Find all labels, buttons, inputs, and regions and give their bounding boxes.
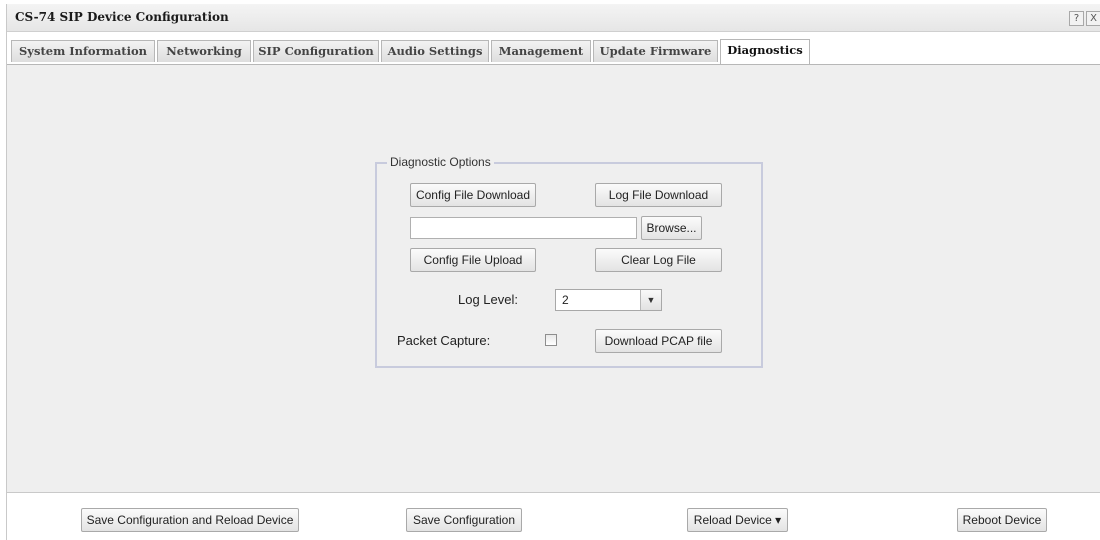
help-icon[interactable]: ? xyxy=(1069,11,1084,26)
close-icon[interactable]: X xyxy=(1086,11,1100,26)
tab-audio-settings[interactable]: Audio Settings xyxy=(381,40,489,62)
log-level-label: Log Level: xyxy=(458,292,518,307)
config-window: CS-74 SIP Device Configuration ? X Syste… xyxy=(6,4,1100,540)
diagnostic-options-legend: Diagnostic Options xyxy=(387,155,494,169)
config-file-download-button[interactable]: Config File Download xyxy=(410,183,536,207)
footer-bar: Save Configuration and Reload Device Sav… xyxy=(7,493,1100,540)
tab-management[interactable]: Management xyxy=(491,40,591,62)
tab-diagnostics[interactable]: Diagnostics xyxy=(720,39,810,64)
save-configuration-button[interactable]: Save Configuration xyxy=(406,508,522,532)
clear-log-file-button[interactable]: Clear Log File xyxy=(595,248,722,272)
reload-device-button[interactable]: Reload Device ▾ xyxy=(687,508,788,532)
config-file-upload-button[interactable]: Config File Upload xyxy=(410,248,536,272)
upload-file-input[interactable] xyxy=(410,217,637,239)
log-level-value: 2 xyxy=(562,293,569,307)
tab-bar: System Information Networking SIP Config… xyxy=(7,37,1100,65)
save-reload-button[interactable]: Save Configuration and Reload Device xyxy=(81,508,299,532)
browse-button[interactable]: Browse... xyxy=(641,216,702,240)
packet-capture-label: Packet Capture: xyxy=(397,333,491,348)
reboot-device-button[interactable]: Reboot Device xyxy=(957,508,1047,532)
window-title: CS-74 SIP Device Configuration xyxy=(15,10,229,24)
tab-sip-configuration[interactable]: SIP Configuration xyxy=(253,40,379,62)
title-icons: ? X xyxy=(1069,11,1100,26)
chevron-down-icon[interactable]: ▼ xyxy=(640,290,661,310)
tab-update-firmware[interactable]: Update Firmware xyxy=(593,40,718,62)
tab-networking[interactable]: Networking xyxy=(157,40,251,62)
download-pcap-button[interactable]: Download PCAP file xyxy=(595,329,722,353)
log-file-download-button[interactable]: Log File Download xyxy=(595,183,722,207)
tab-system-information[interactable]: System Information xyxy=(11,40,155,62)
log-level-select[interactable]: 2 ▼ xyxy=(555,289,662,311)
main-panel: Diagnostic Options Config File Download … xyxy=(7,65,1100,493)
title-bar: CS-74 SIP Device Configuration ? X xyxy=(7,4,1100,32)
diagnostic-options-group: Diagnostic Options Config File Download … xyxy=(375,155,763,368)
packet-capture-checkbox[interactable] xyxy=(545,334,557,346)
